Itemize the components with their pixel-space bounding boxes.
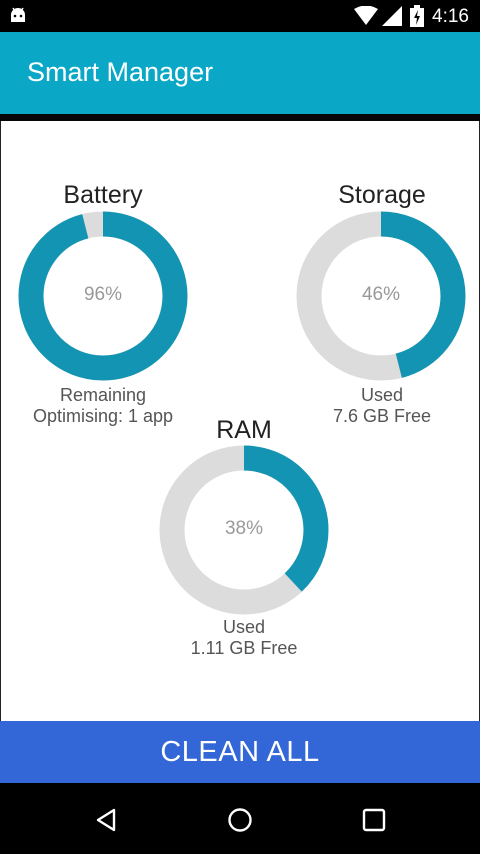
storage-gauge[interactable]: 46% bbox=[293, 208, 469, 384]
storage-percent: 46% bbox=[361, 284, 401, 305]
signal-icon bbox=[382, 6, 402, 31]
battery-gauge[interactable]: 96% bbox=[15, 208, 191, 384]
app-bar-divider bbox=[0, 114, 480, 121]
status-bar: 4:16 bbox=[0, 0, 480, 32]
clean-all-button[interactable]: CLEAN ALL bbox=[0, 721, 480, 783]
dashboard: Battery 96% Remaining Optimising: 1 app … bbox=[0, 121, 480, 721]
ram-caption-line1: Used bbox=[222, 617, 266, 637]
recents-icon[interactable] bbox=[361, 807, 387, 833]
android-icon bbox=[9, 6, 27, 29]
storage-title: Storage bbox=[338, 181, 426, 209]
app-title: Smart Manager bbox=[27, 57, 214, 87]
battery-title: Battery bbox=[63, 181, 143, 209]
navigation-bar bbox=[0, 783, 480, 854]
ram-caption-line2: 1.11 GB Free bbox=[190, 638, 298, 658]
back-icon[interactable] bbox=[94, 807, 120, 833]
wifi-icon bbox=[354, 5, 378, 31]
ram-gauge[interactable]: 38% bbox=[156, 442, 332, 618]
ram-percent: 38% bbox=[224, 518, 264, 539]
ram-title: RAM bbox=[216, 416, 272, 444]
battery-icon bbox=[410, 5, 424, 32]
battery-caption-line1: Remaining bbox=[59, 385, 147, 405]
battery-percent: 96% bbox=[83, 284, 123, 305]
ram-caption: Used 1.11 GB Free bbox=[144, 617, 344, 659]
storage-caption-line1: Used bbox=[360, 385, 404, 405]
clock: 4:16 bbox=[432, 6, 469, 27]
home-icon[interactable] bbox=[227, 807, 253, 833]
app-bar: Smart Manager bbox=[0, 32, 480, 114]
